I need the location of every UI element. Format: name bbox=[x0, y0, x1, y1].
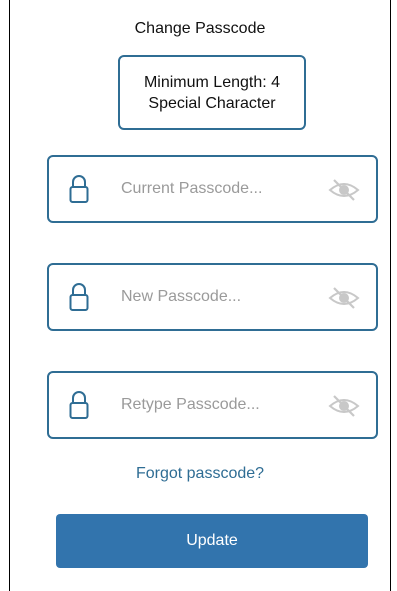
lock-icon bbox=[69, 175, 89, 203]
current-passcode-input[interactable] bbox=[121, 171, 311, 207]
screen: Change Passcode Minimum Length: 4 Specia… bbox=[9, 0, 391, 591]
requirement-special-character: Special Character bbox=[148, 94, 276, 112]
retype-passcode-input[interactable] bbox=[121, 387, 311, 423]
passcode-requirements-box: Minimum Length: 4 Special Character bbox=[118, 55, 306, 130]
eye-off-icon[interactable] bbox=[328, 178, 360, 202]
retype-passcode-field[interactable] bbox=[47, 371, 378, 439]
new-passcode-field[interactable] bbox=[47, 263, 378, 331]
forgot-passcode-link[interactable]: Forgot passcode? bbox=[10, 465, 390, 483]
page-title: Change Passcode bbox=[134, 20, 266, 37]
new-passcode-input[interactable] bbox=[121, 279, 311, 315]
requirement-min-length: Minimum Length: 4 bbox=[143, 73, 281, 91]
lock-icon bbox=[69, 283, 89, 311]
eye-off-icon[interactable] bbox=[328, 286, 360, 310]
eye-off-icon[interactable] bbox=[328, 394, 360, 418]
current-passcode-field[interactable] bbox=[47, 155, 378, 223]
update-button[interactable]: Update bbox=[56, 514, 368, 568]
lock-icon bbox=[69, 391, 89, 419]
